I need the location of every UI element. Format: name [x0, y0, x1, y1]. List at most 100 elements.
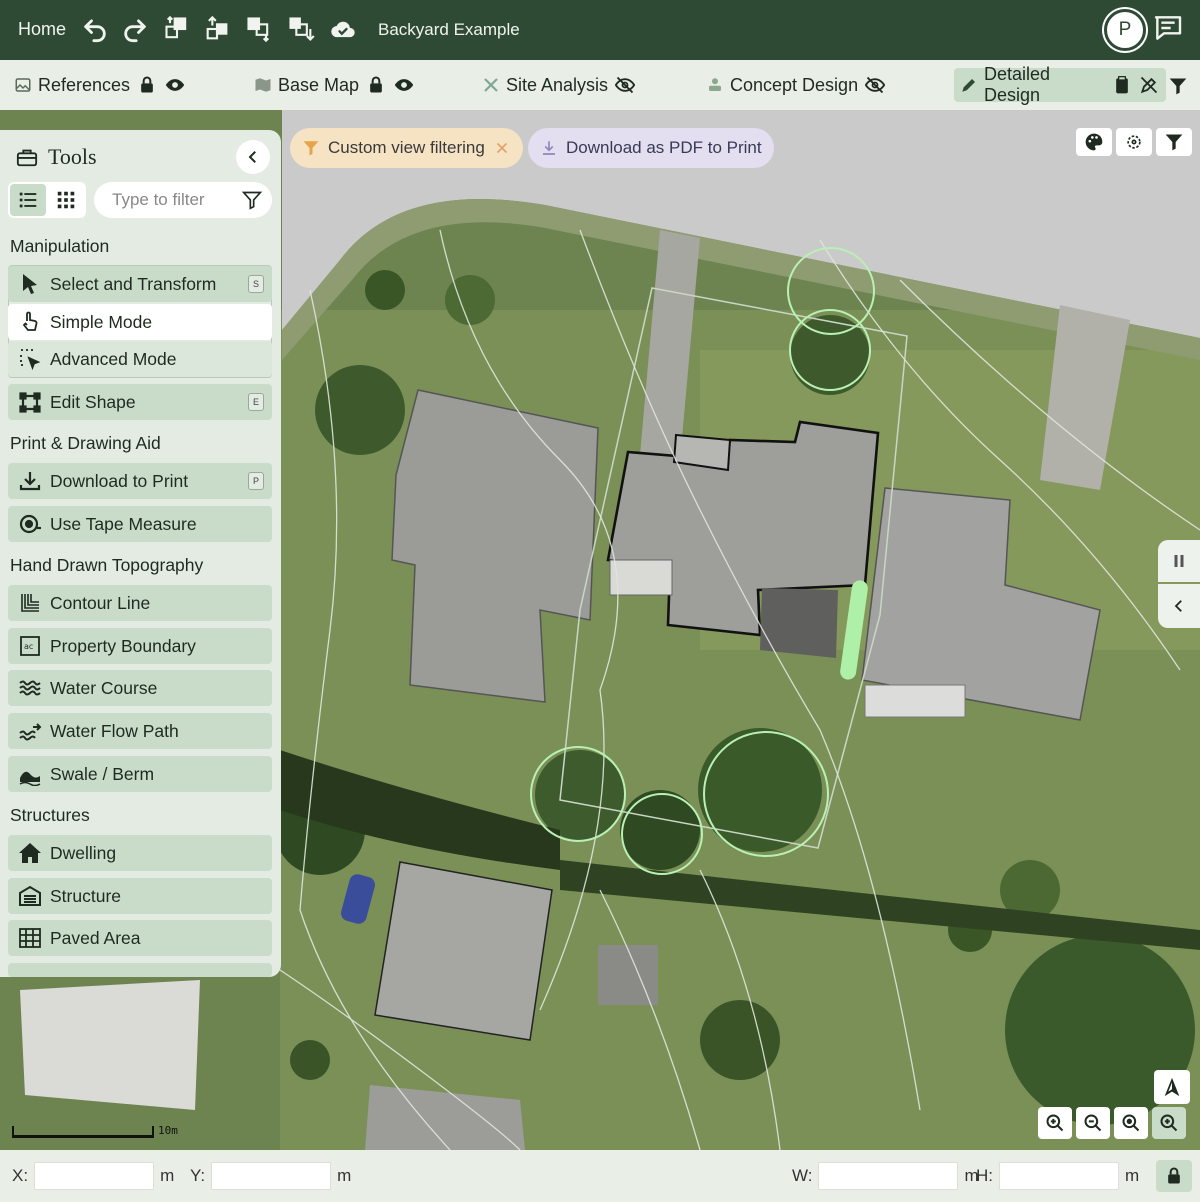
chat-icon[interactable]: [1152, 12, 1184, 44]
chip-label: Custom view filtering: [328, 138, 485, 157]
send-to-back-icon[interactable]: [284, 12, 318, 46]
tool-structure[interactable]: Structure: [8, 878, 272, 914]
tool-dwelling[interactable]: Dwelling: [8, 835, 272, 871]
y-input[interactable]: [211, 1162, 332, 1190]
tool-filter: [94, 182, 272, 218]
y-label: Y:: [190, 1166, 206, 1185]
bring-forward-icon[interactable]: [160, 12, 194, 46]
layer-label: Concept Design: [730, 74, 859, 95]
filter-icon[interactable]: [1168, 76, 1188, 96]
edit-off-icon[interactable]: [1139, 74, 1160, 96]
lock-icon[interactable]: [365, 74, 387, 96]
eye-off-icon[interactable]: [864, 74, 886, 96]
custom-view-filter-chip[interactable]: Custom view filtering: [290, 128, 523, 168]
tool-select-transform[interactable]: Select and Transform S: [8, 266, 272, 302]
filter-icon[interactable]: [242, 190, 262, 210]
x-input[interactable]: [34, 1162, 155, 1190]
palette-icon[interactable]: [1076, 128, 1112, 156]
north-arrow-icon[interactable]: [1154, 1070, 1190, 1104]
tool-tape-measure[interactable]: Use Tape Measure: [8, 506, 272, 542]
lock-aspect-button[interactable]: [1156, 1160, 1192, 1192]
shortcut-key: E: [248, 393, 264, 411]
clipboard-icon[interactable]: [1112, 74, 1133, 96]
tool-contour-line[interactable]: Contour Line: [8, 585, 272, 621]
redo-icon[interactable]: [118, 12, 152, 46]
map-controls: [1076, 128, 1192, 156]
zoom-out-icon[interactable]: [1076, 1107, 1110, 1139]
tool-paved-area[interactable]: Paved Area: [8, 920, 272, 956]
cloud-saved-icon: [326, 12, 360, 46]
concept-icon: [706, 76, 724, 94]
tool-label: Advanced Mode: [50, 348, 177, 369]
shortcut-key: S: [248, 275, 264, 293]
tool-simple-mode[interactable]: Simple Mode: [8, 304, 272, 340]
eye-icon[interactable]: [164, 74, 186, 96]
edit-shape-icon: [18, 390, 42, 414]
focus-icon[interactable]: [1116, 128, 1152, 156]
close-icon[interactable]: [493, 139, 511, 157]
layer-label: Detailed Design: [984, 64, 1051, 105]
download-icon: [18, 469, 42, 493]
chevron-left-icon[interactable]: [1158, 584, 1200, 628]
download-icon: [543, 141, 555, 155]
bring-to-front-icon[interactable]: [200, 12, 234, 46]
tool-label: Use Tape Measure: [50, 513, 197, 534]
top-app-bar: Home Backyard Example P: [0, 0, 1200, 60]
zoom-in-icon[interactable]: [1038, 1107, 1072, 1139]
tool-download-print[interactable]: Download to Print P: [8, 463, 272, 499]
layer-label: Base Map: [278, 74, 360, 95]
cursor-icon: [18, 272, 42, 296]
home-link[interactable]: Home: [18, 19, 66, 40]
y-coordinate: Y: m: [190, 1162, 351, 1190]
house-icon: [18, 841, 42, 865]
tool-edit-shape[interactable]: Edit Shape E: [8, 384, 272, 420]
zoom-fit-icon[interactable]: [1114, 1107, 1148, 1139]
layer-concept-design[interactable]: Concept Design: [700, 68, 892, 102]
list-icon: [19, 192, 37, 208]
layer-base-map[interactable]: Base Map: [248, 68, 421, 102]
scale-bar: [12, 1126, 154, 1138]
tool-label: Simple Mode: [50, 311, 153, 332]
section-topography: Hand Drawn Topography: [10, 555, 204, 575]
lock-icon[interactable]: [136, 74, 158, 96]
eye-icon[interactable]: [393, 74, 415, 96]
undo-icon[interactable]: [78, 12, 112, 46]
tools-header: Tools: [16, 144, 97, 170]
layer-label: References: [38, 74, 131, 95]
tool-advanced-mode[interactable]: Advanced Mode: [8, 341, 272, 377]
h-input[interactable]: [999, 1162, 1119, 1190]
lock-icon: [1168, 1167, 1180, 1184]
layer-detailed-design[interactable]: Detailed Design: [954, 64, 1166, 105]
coordinate-bar: X: m Y: m W: m H: m: [0, 1150, 1200, 1202]
send-backward-icon[interactable]: [242, 12, 276, 46]
grid-icon: [57, 191, 75, 209]
eye-off-icon[interactable]: [614, 74, 636, 96]
list-view-button[interactable]: [10, 184, 46, 216]
w-input[interactable]: [818, 1162, 959, 1190]
pause-icon[interactable]: [1158, 540, 1200, 582]
tool-filter-input[interactable]: [112, 190, 242, 210]
tool-label: Paved Area: [50, 927, 141, 948]
tool-water-course[interactable]: Water Course: [8, 670, 272, 706]
grid-view-button[interactable]: [48, 184, 84, 216]
zoom-selection-icon[interactable]: [1152, 1107, 1186, 1139]
collapse-panel-button[interactable]: [236, 140, 270, 174]
layer-site-analysis[interactable]: Site Analysis: [476, 68, 642, 102]
tool-swale-berm[interactable]: Swale / Berm: [8, 756, 272, 792]
tools-panel: Tools Manipulation Select and Transform …: [0, 130, 281, 977]
avatar[interactable]: P: [1104, 9, 1146, 51]
shed-icon: [18, 884, 42, 908]
tool-property-boundary[interactable]: ac Property Boundary: [8, 628, 272, 664]
unit-label: m: [1125, 1166, 1140, 1185]
filter-icon[interactable]: [1156, 128, 1192, 156]
project-name: Backyard Example: [378, 20, 520, 39]
unit-label: m: [337, 1166, 352, 1185]
analysis-icon: [482, 76, 500, 94]
tool-label: Select and Transform: [50, 273, 217, 294]
w-label: W:: [792, 1166, 813, 1185]
tool-water-flow-path[interactable]: Water Flow Path: [8, 713, 272, 749]
layer-references[interactable]: References: [8, 68, 192, 102]
shortcut-key: P: [248, 472, 264, 490]
hand-pointer-icon: [18, 310, 42, 334]
download-pdf-chip[interactable]: Download as PDF to Print: [528, 128, 774, 168]
